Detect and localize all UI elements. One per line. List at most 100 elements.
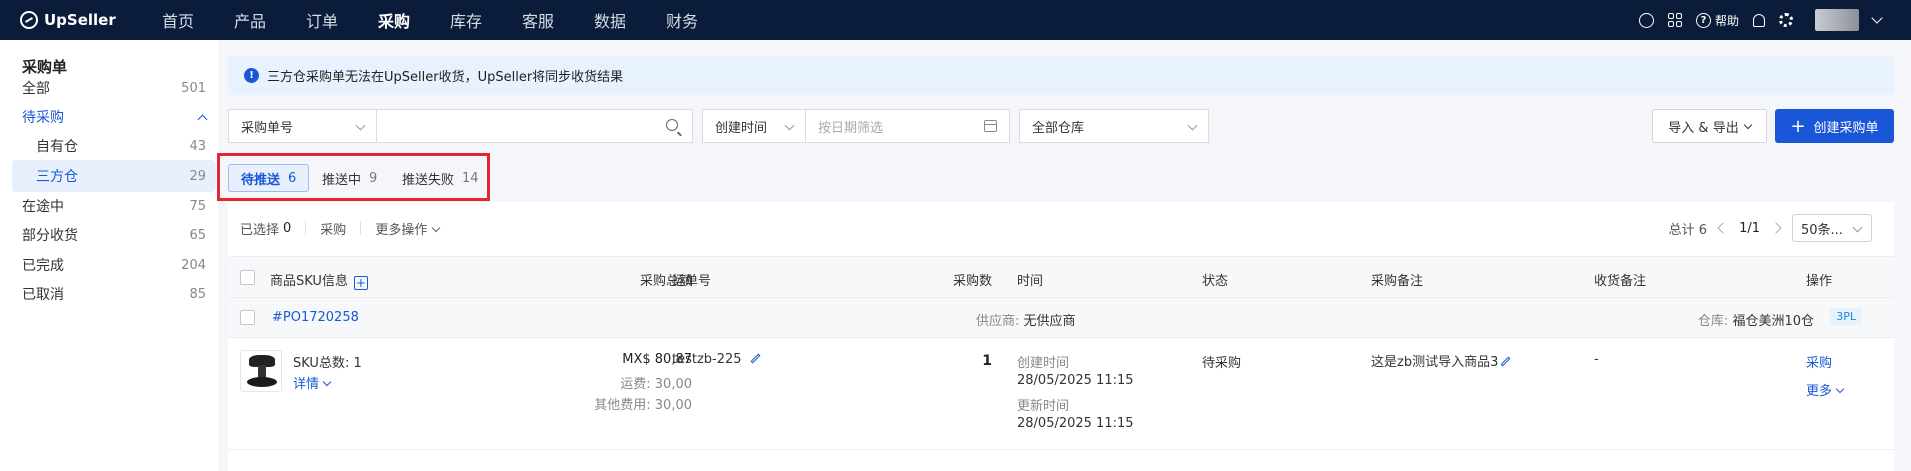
purchase-quantity: 1	[982, 353, 992, 369]
pagination: 总计 6 1/1 50条...	[1669, 214, 1872, 242]
header-time: 时间	[1017, 274, 1044, 289]
table-header: 商品SKU信息 + 采购总额 运单号 采购数 时间 状态 采购备注 收货备注 操作	[228, 256, 1894, 298]
info-notice: ! 三方仓采购单无法在UpSeller收货，UpSeller将同步收货结果	[228, 56, 1894, 95]
sidebar-item-count: 29	[189, 168, 206, 184]
order-status: 待采购	[1202, 356, 1242, 371]
sku-total: SKU总数: 1	[293, 356, 362, 371]
warehouse-label: 仓库:	[1697, 314, 1729, 329]
search-icon[interactable]	[666, 119, 678, 131]
shipping-fee: 运费: 30,00	[620, 377, 692, 392]
supplier-label: 供应商:	[976, 314, 1020, 329]
chevron-up-icon	[197, 114, 208, 124]
header-label: 商品SKU信息	[270, 274, 348, 289]
gear-icon[interactable]	[1779, 13, 1793, 27]
nav-item-orders[interactable]: 订单	[306, 8, 378, 32]
header-actions: 操作	[1806, 274, 1833, 289]
tracking-number: testzb-225	[672, 352, 761, 367]
avatar[interactable]	[1815, 9, 1859, 31]
brand-logo[interactable]: UpSeller	[20, 11, 140, 29]
po-number-link[interactable]: #PO1720258	[272, 310, 359, 325]
updated-time: 28/05/2025 11:15	[1017, 416, 1134, 431]
search-input[interactable]	[376, 109, 693, 143]
warehouse-select[interactable]: 全部仓库	[1019, 109, 1209, 143]
order-checkbox[interactable]	[240, 310, 255, 325]
select-all-checkbox[interactable]	[240, 270, 255, 285]
purchase-action-link[interactable]: 采购	[1806, 352, 1832, 371]
sidebar-item-label: 部分收货	[22, 228, 78, 244]
sidebar-item-label: 在途中	[22, 199, 64, 215]
top-nav: UpSeller 首页 产品 订单 采购 库存 客服 数据 财务 ? 帮助	[0, 0, 1911, 40]
search-type-select[interactable]: 采购单号	[228, 109, 377, 143]
chevron-down-icon	[355, 120, 366, 131]
date-filter-input[interactable]: 按日期筛选	[805, 109, 1010, 143]
chevron-down-icon	[1743, 120, 1752, 129]
sidebar-item-label: 待采购	[22, 110, 64, 126]
page-indicator: 1/1	[1739, 220, 1760, 236]
brand-name: UpSeller	[44, 11, 116, 29]
sidebar: 采购单 全部 501 待采购 自有仓 43 三方仓 29 在途中 75 部分收货…	[0, 40, 218, 471]
chevron-right-icon[interactable]	[1770, 222, 1782, 234]
nav-item-purchase[interactable]: 采购	[378, 8, 450, 32]
date-filter-placeholder: 按日期筛选	[818, 120, 884, 136]
toolbar-divider	[360, 221, 362, 235]
chevron-down-icon[interactable]	[1871, 12, 1883, 24]
add-column-icon[interactable]: +	[353, 276, 368, 290]
bulk-purchase-button[interactable]: 采购	[320, 219, 346, 238]
chevron-down-icon	[322, 377, 332, 387]
time-type-select[interactable]: 创建时间	[702, 109, 806, 143]
details-toggle[interactable]: 详情	[293, 373, 332, 392]
edit-icon[interactable]	[1500, 356, 1511, 367]
import-export-button[interactable]: 导入 & 导出	[1652, 109, 1767, 143]
nav-item-inventory[interactable]: 库存	[450, 8, 522, 32]
header-status: 状态	[1202, 274, 1229, 289]
sidebar-item-count: 501	[181, 80, 206, 96]
tab-count: 9	[369, 170, 378, 186]
sidebar-item-in-transit[interactable]: 在途中 75	[12, 190, 216, 222]
info-icon: !	[244, 68, 259, 83]
table-row: SKU总数: 1 详情 MX$ 80,87 运费: 30,00 其他费用: 30…	[228, 338, 1894, 450]
3pl-badge: 3PL	[1830, 308, 1862, 325]
nav-item-products[interactable]: 产品	[234, 8, 306, 32]
nav-item-service[interactable]: 客服	[522, 8, 594, 32]
chevron-left-icon[interactable]	[1717, 222, 1729, 234]
sidebar-item-partial-received[interactable]: 部分收货 65	[12, 219, 216, 251]
sidebar-item-count: 43	[189, 138, 206, 154]
sidebar-item-label: 自有仓	[36, 139, 78, 155]
sidebar-item-count: 85	[189, 286, 206, 302]
nav-item-home[interactable]: 首页	[162, 8, 234, 32]
tab-push-failed[interactable]: 推送失败 14	[390, 164, 491, 192]
selected-label: 已选择	[240, 222, 280, 238]
help-label: 帮助	[1714, 13, 1739, 28]
selected-count: 0	[283, 220, 292, 236]
plus-icon: +	[1790, 115, 1806, 137]
supplier-info: 供应商: 无供应商	[976, 310, 1076, 329]
tab-count: 6	[288, 170, 297, 186]
product-thumbnail[interactable]	[240, 350, 282, 392]
page-size-select[interactable]: 50条...	[1792, 214, 1872, 242]
header-purchase-note: 采购备注	[1371, 274, 1424, 289]
bell-icon[interactable]	[1753, 13, 1765, 27]
create-purchase-order-button[interactable]: + 创建采购单	[1775, 109, 1894, 143]
apps-grid-icon[interactable]	[1667, 13, 1682, 27]
sidebar-item-all[interactable]: 全部 501	[12, 72, 216, 104]
nav-item-data[interactable]: 数据	[594, 8, 666, 32]
tab-pushing[interactable]: 推送中 9	[310, 164, 389, 192]
page-size-value: 50条...	[1801, 222, 1843, 238]
details-label: 详情	[293, 377, 320, 392]
edit-icon[interactable]	[750, 353, 760, 364]
sidebar-item-third-party-warehouse[interactable]: 三方仓 29	[12, 160, 216, 192]
sidebar-item-cancelled[interactable]: 已取消 85	[12, 278, 216, 310]
nav-item-finance[interactable]: 财务	[666, 8, 738, 32]
more-actions-link[interactable]: 更多	[1806, 380, 1845, 399]
sidebar-item-pending-purchase[interactable]: 待采购	[12, 101, 216, 133]
tab-label: 推送失败	[402, 172, 455, 188]
globe-icon[interactable]	[1638, 12, 1654, 28]
tab-label: 待推送	[241, 172, 281, 188]
sidebar-item-own-warehouse[interactable]: 自有仓 43	[12, 130, 216, 162]
warehouse-select-value: 全部仓库	[1032, 120, 1085, 136]
help-link[interactable]: ? 帮助	[1695, 12, 1739, 29]
sidebar-item-completed[interactable]: 已完成 204	[12, 249, 216, 281]
tab-pending-push[interactable]: 待推送 6	[228, 164, 310, 192]
header-sku-info: 商品SKU信息 +	[270, 270, 368, 290]
more-operations-button[interactable]: 更多操作	[375, 219, 441, 238]
